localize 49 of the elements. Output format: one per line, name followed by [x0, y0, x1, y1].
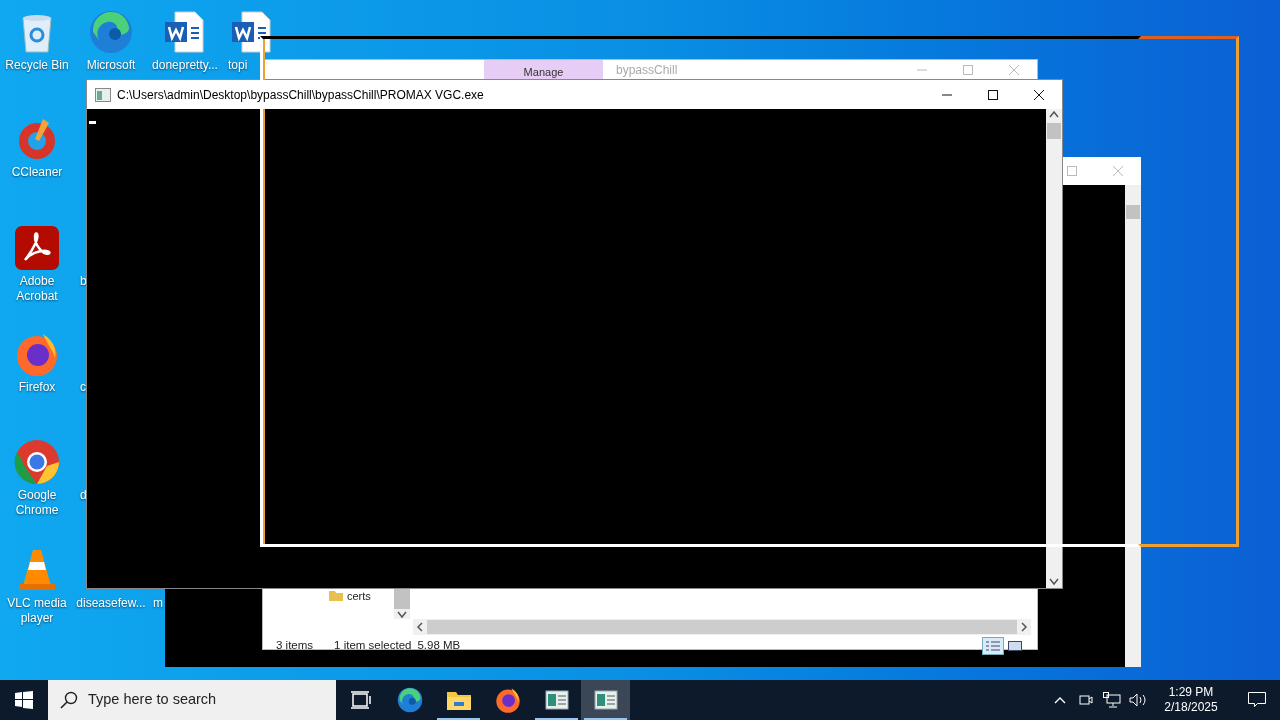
- firefox-icon: [493, 686, 522, 714]
- scrollbar[interactable]: [1125, 185, 1141, 667]
- camera-icon[interactable]: [1079, 692, 1093, 708]
- search-field[interactable]: Type here to search: [48, 680, 336, 720]
- taskbar-app[interactable]: [581, 680, 630, 720]
- text-cursor: [89, 121, 96, 124]
- desktop-icon-label[interactable]: b: [80, 274, 87, 289]
- desktop-icon-label[interactable]: Adobe Acrobat: [1, 274, 73, 304]
- chevron-up-icon[interactable]: [1049, 111, 1059, 119]
- folder-icon: [329, 591, 343, 601]
- window-title: C:\Users\admin\Desktop\bypassChill\bypassChill\PROMAX VGC.exe: [117, 86, 484, 104]
- desktop-icon-label[interactable]: Firefox: [18, 380, 56, 395]
- chevron-down-icon[interactable]: [397, 611, 407, 619]
- desktop-icon-label[interactable]: topi: [228, 58, 248, 73]
- desktop-icon-label[interactable]: Microsoft: [86, 58, 136, 73]
- desktop-icon-label[interactable]: CCleaner: [11, 165, 63, 180]
- chrome-icon: [13, 438, 61, 486]
- desktop-icon-label[interactable]: donepretty...: [152, 58, 218, 73]
- desktop-icon-label[interactable]: Google Chrome: [1, 488, 73, 518]
- status-text: 1 item selected: [334, 638, 412, 654]
- desktop-icon-label[interactable]: m: [153, 596, 163, 611]
- desktop-icon-label[interactable]: diseasefew...: [76, 596, 146, 611]
- desktop-icon-label[interactable]: Recycle Bin: [5, 58, 69, 73]
- edge-icon: [87, 8, 135, 56]
- status-text: 3 items: [276, 638, 314, 654]
- scrollbar-thumb[interactable]: [427, 620, 1017, 634]
- console-window-icon: [95, 87, 111, 102]
- acrobat-icon: [13, 224, 61, 272]
- clock[interactable]: 1:29 PM 2/18/2025: [1156, 685, 1226, 715]
- network-icon[interactable]: [1103, 692, 1121, 708]
- speaker-icon[interactable]: [1129, 692, 1147, 708]
- desktop-icon-label[interactable]: VLC media player: [1, 596, 73, 626]
- task-view-icon: [349, 690, 372, 710]
- folder-icon: [445, 689, 472, 711]
- search-icon: [60, 691, 78, 709]
- edge-icon: [395, 686, 424, 714]
- window-title: bypassChill: [616, 62, 678, 79]
- desktop-icon-label[interactable]: c: [80, 380, 86, 395]
- scrollbar[interactable]: [1046, 109, 1062, 588]
- scrollbar-thumb[interactable]: [1047, 123, 1061, 139]
- console-window-icon: [593, 690, 618, 710]
- desktop-icon-label[interactable]: d: [80, 488, 87, 503]
- folder-name[interactable]: certs: [347, 590, 371, 603]
- console-window-icon: [544, 690, 569, 710]
- chevron-down-icon[interactable]: [1049, 578, 1059, 586]
- ribbon-tab[interactable]: Manage: [484, 60, 603, 80]
- status-text: 5.98 MB: [417, 638, 461, 654]
- scrollbar-thumb[interactable]: [1126, 205, 1140, 219]
- scrollbar[interactable]: [394, 589, 410, 619]
